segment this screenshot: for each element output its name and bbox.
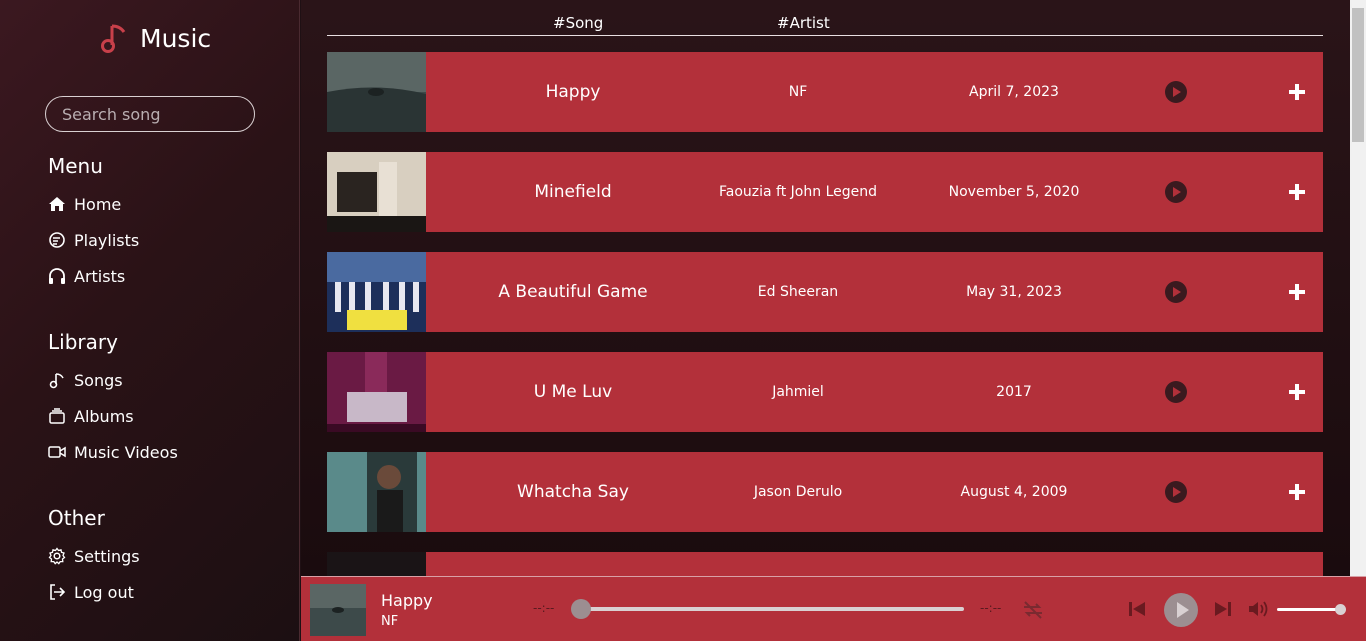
song-artist: Jahmiel [772, 384, 824, 400]
sidebar-item-label: Songs [74, 370, 123, 390]
playlist-icon [49, 232, 65, 248]
add-button[interactable] [1287, 482, 1307, 502]
song-artist: NF [788, 84, 808, 100]
menu-section-title: Menu [48, 154, 103, 178]
column-header-artist: #Artist [777, 14, 830, 32]
table-row[interactable]: Whatcha Say Jason Derulo August 4, 2009 [327, 452, 1323, 532]
table-header: #Song #Artist [327, 0, 1323, 36]
song-date: 2017 [996, 384, 1032, 400]
volume-slider[interactable] [1277, 604, 1346, 615]
song-date: November 5, 2020 [948, 184, 1080, 200]
song-title: Happy [545, 82, 601, 102]
gear-icon [48, 547, 66, 565]
column-header-song: #Song [553, 14, 604, 32]
sidebar-item-label: Settings [74, 546, 140, 566]
music-note-logo-icon [101, 24, 126, 53]
song-date: April 7, 2023 [969, 84, 1059, 100]
previous-icon[interactable] [1127, 599, 1147, 619]
video-icon [48, 446, 66, 458]
song-title: Whatcha Say [517, 482, 629, 502]
sidebar-item-label: Artists [74, 266, 126, 286]
sidebar: Music Menu Home Playlists Artists Librar… [0, 0, 300, 641]
song-title: A Beautiful Game [498, 282, 648, 302]
play-button[interactable] [1165, 181, 1187, 203]
headphones-icon [49, 268, 65, 284]
play-button[interactable] [1165, 381, 1187, 403]
sidebar-item-label: Home [74, 194, 122, 214]
library-section-title: Library [48, 330, 118, 354]
song-date: May 31, 2023 [966, 284, 1062, 300]
sidebar-item-settings[interactable]: Settings [48, 544, 140, 568]
add-button[interactable] [1287, 282, 1307, 302]
table-row[interactable]: Minefield Faouzia ft John Legend Novembe… [327, 152, 1323, 232]
table-row[interactable] [327, 552, 1323, 576]
album-cover [327, 452, 426, 532]
other-section-title: Other [48, 506, 105, 530]
music-note-icon [49, 373, 64, 389]
sidebar-item-logout[interactable]: Log out [48, 580, 134, 604]
player-bar: Happy NF --:-- --:-- [301, 576, 1366, 641]
table-row[interactable]: U Me Luv Jahmiel 2017 [327, 352, 1323, 432]
song-artist: Jason Derulo [753, 484, 843, 500]
sidebar-item-label: Playlists [74, 230, 140, 250]
album-cover [327, 252, 426, 332]
album-cover [327, 52, 426, 132]
next-icon[interactable] [1213, 599, 1233, 619]
sidebar-item-home[interactable]: Home [48, 192, 121, 216]
album-cover [327, 552, 426, 576]
volume-icon[interactable] [1247, 599, 1269, 619]
total-time: --:-- [980, 601, 1002, 615]
volume-knob[interactable] [1334, 604, 1346, 615]
now-playing-cover [310, 584, 366, 636]
play-button[interactable] [1165, 481, 1187, 503]
album-cover [327, 152, 426, 232]
repeat-icon[interactable] [1021, 599, 1045, 621]
add-button[interactable] [1287, 82, 1307, 102]
play-button[interactable] [1165, 281, 1187, 303]
now-playing-artist: NF [381, 614, 399, 629]
sidebar-item-label: Log out [74, 582, 134, 602]
song-title: U Me Luv [533, 382, 613, 402]
search-input[interactable] [45, 96, 255, 132]
sidebar-item-playlists[interactable]: Playlists [48, 228, 139, 252]
sidebar-item-label: Music Videos [74, 442, 178, 462]
sidebar-item-albums[interactable]: Albums [48, 404, 134, 428]
song-title: Minefield [534, 182, 612, 202]
brand[interactable]: Music [100, 22, 211, 54]
song-artist: Faouzia ft John Legend [719, 184, 877, 200]
song-date: August 4, 2009 [960, 484, 1068, 500]
album-cover [327, 352, 426, 432]
logout-icon [50, 584, 66, 600]
play-button[interactable] [1165, 81, 1187, 103]
sidebar-item-music-videos[interactable]: Music Videos [48, 440, 178, 464]
table-row[interactable]: A Beautiful Game Ed Sheeran May 31, 2023 [327, 252, 1323, 332]
current-time: --:-- [533, 601, 555, 615]
app-title: Music [140, 23, 212, 53]
table-row[interactable]: Happy NF April 7, 2023 [327, 52, 1323, 132]
scrollbar-thumb[interactable] [1352, 8, 1364, 142]
home-icon [49, 197, 65, 211]
add-button[interactable] [1287, 382, 1307, 402]
sidebar-item-label: Albums [74, 406, 134, 426]
song-list: #Song #Artist Happy NF April 7, 2023 Min… [301, 0, 1350, 576]
sidebar-item-songs[interactable]: Songs [48, 368, 123, 392]
progress-knob[interactable] [571, 599, 591, 619]
play-pause-button[interactable] [1164, 593, 1198, 627]
scrollbar[interactable] [1350, 0, 1366, 576]
album-icon [49, 408, 65, 424]
song-artist: Ed Sheeran [757, 284, 839, 300]
sidebar-item-artists[interactable]: Artists [48, 264, 125, 288]
add-button[interactable] [1287, 182, 1307, 202]
progress-bar[interactable] [571, 599, 964, 619]
now-playing-title: Happy [381, 591, 433, 610]
